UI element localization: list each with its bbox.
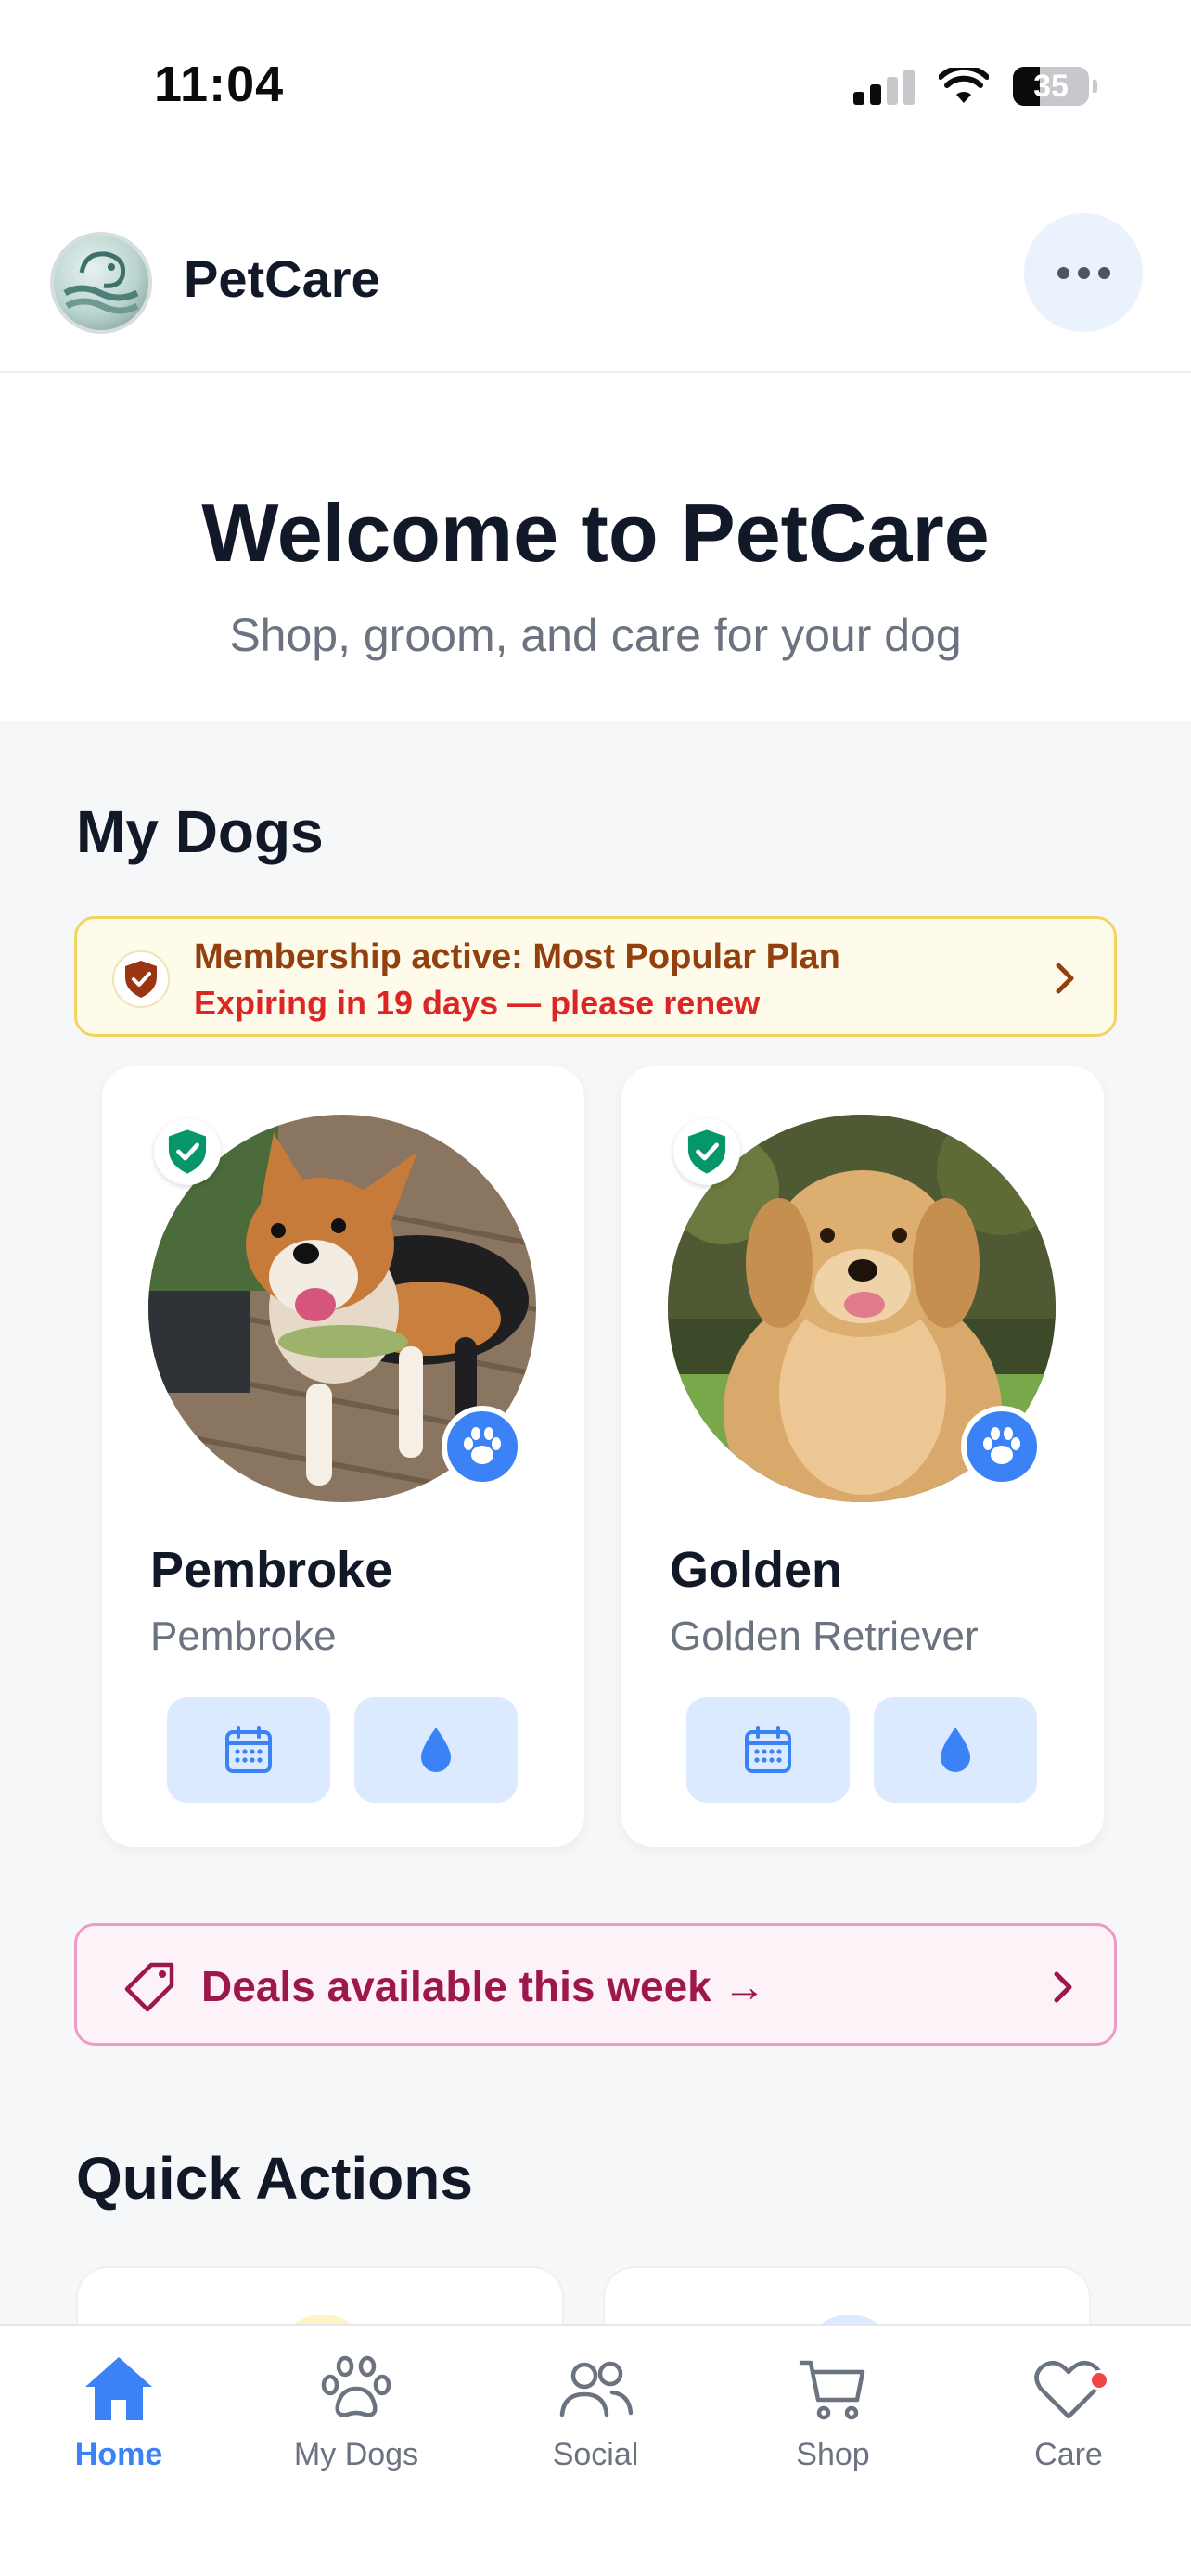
water-drop-icon xyxy=(421,1728,451,1772)
tab-label: Shop xyxy=(796,2437,870,2472)
calendar-icon xyxy=(225,1726,272,1773)
status-time: 11:04 xyxy=(154,57,285,112)
tab-care[interactable]: Care xyxy=(950,2344,1187,2483)
welcome-hero: Welcome to PetCare Shop, groom, and care… xyxy=(0,375,1191,721)
tab-my-dogs[interactable]: My Dogs xyxy=(237,2344,475,2483)
deals-banner[interactable]: Deals available this week → xyxy=(74,1923,1117,2046)
signal-icon xyxy=(853,68,915,105)
dog-breed: Pembroke xyxy=(150,1613,337,1659)
tag-icon xyxy=(124,1962,174,2012)
deals-label: Deals available this week → xyxy=(201,1962,766,2010)
water-drop-icon xyxy=(941,1728,970,1772)
membership-expiry-warning: Expiring in 19 days — please renew xyxy=(194,984,761,1022)
cart-icon xyxy=(799,2360,865,2420)
main-content: My Dogs Membership active: Most Popular … xyxy=(0,721,1191,2378)
chevron-right-icon xyxy=(1056,963,1074,994)
dog-name: Golden xyxy=(670,1542,842,1598)
more-dot-icon xyxy=(1057,266,1069,279)
paw-badge-icon xyxy=(961,1406,1043,1487)
shield-check-icon xyxy=(112,950,170,1008)
paw-icon xyxy=(321,2355,391,2417)
welcome-title: Welcome to PetCare xyxy=(201,487,990,579)
more-dot-icon xyxy=(1077,266,1090,279)
tab-home[interactable]: Home xyxy=(0,2344,237,2483)
verified-badge-icon xyxy=(154,1118,221,1185)
app-logo xyxy=(50,232,152,334)
schedule-button[interactable] xyxy=(686,1697,850,1803)
battery-icon: 35 xyxy=(1013,67,1097,106)
battery-level: 35 xyxy=(1033,68,1069,104)
grooming-button[interactable] xyxy=(874,1697,1037,1803)
status-icons: 35 xyxy=(853,67,1097,106)
membership-banner[interactable]: Membership active: Most Popular Plan Exp… xyxy=(74,916,1117,1037)
app-title: PetCare xyxy=(184,249,380,308)
chevron-right-icon xyxy=(1054,1971,1072,2003)
dog-breed: Golden Retriever xyxy=(670,1613,979,1659)
status-bar: 11:04 35 xyxy=(0,0,1191,176)
bottom-tab-bar: Home My Dogs Social Shop Care xyxy=(0,2324,1191,2576)
tab-label: Home xyxy=(74,2437,163,2472)
wifi-icon xyxy=(939,68,989,103)
app-header: PetCare xyxy=(0,176,1191,373)
grooming-button[interactable] xyxy=(354,1697,518,1803)
tab-label: Social xyxy=(552,2437,639,2472)
quick-actions-title: Quick Actions xyxy=(76,2145,473,2212)
paw-badge-icon xyxy=(442,1406,523,1487)
tab-label: My Dogs xyxy=(293,2437,419,2472)
tab-social[interactable]: Social xyxy=(477,2344,714,2483)
my-dogs-title: My Dogs xyxy=(76,798,324,865)
calendar-icon xyxy=(745,1726,791,1773)
welcome-subtitle: Shop, groom, and care for your dog xyxy=(229,609,962,661)
more-options-button[interactable] xyxy=(1024,213,1143,332)
people-icon xyxy=(559,2361,634,2417)
notification-dot xyxy=(1089,2370,1109,2391)
tab-label: Care xyxy=(1034,2437,1103,2472)
dog-card-pembroke[interactable]: Pembroke Pembroke xyxy=(102,1066,584,1847)
membership-status: Membership active: Most Popular Plan xyxy=(194,937,840,976)
dog-name: Pembroke xyxy=(150,1542,393,1598)
more-dot-icon xyxy=(1097,266,1110,279)
home-icon xyxy=(85,2357,152,2420)
verified-badge-icon xyxy=(673,1118,740,1185)
schedule-button[interactable] xyxy=(167,1697,330,1803)
tab-shop[interactable]: Shop xyxy=(714,2344,952,2483)
dog-card-golden[interactable]: Golden Golden Retriever xyxy=(621,1066,1104,1847)
